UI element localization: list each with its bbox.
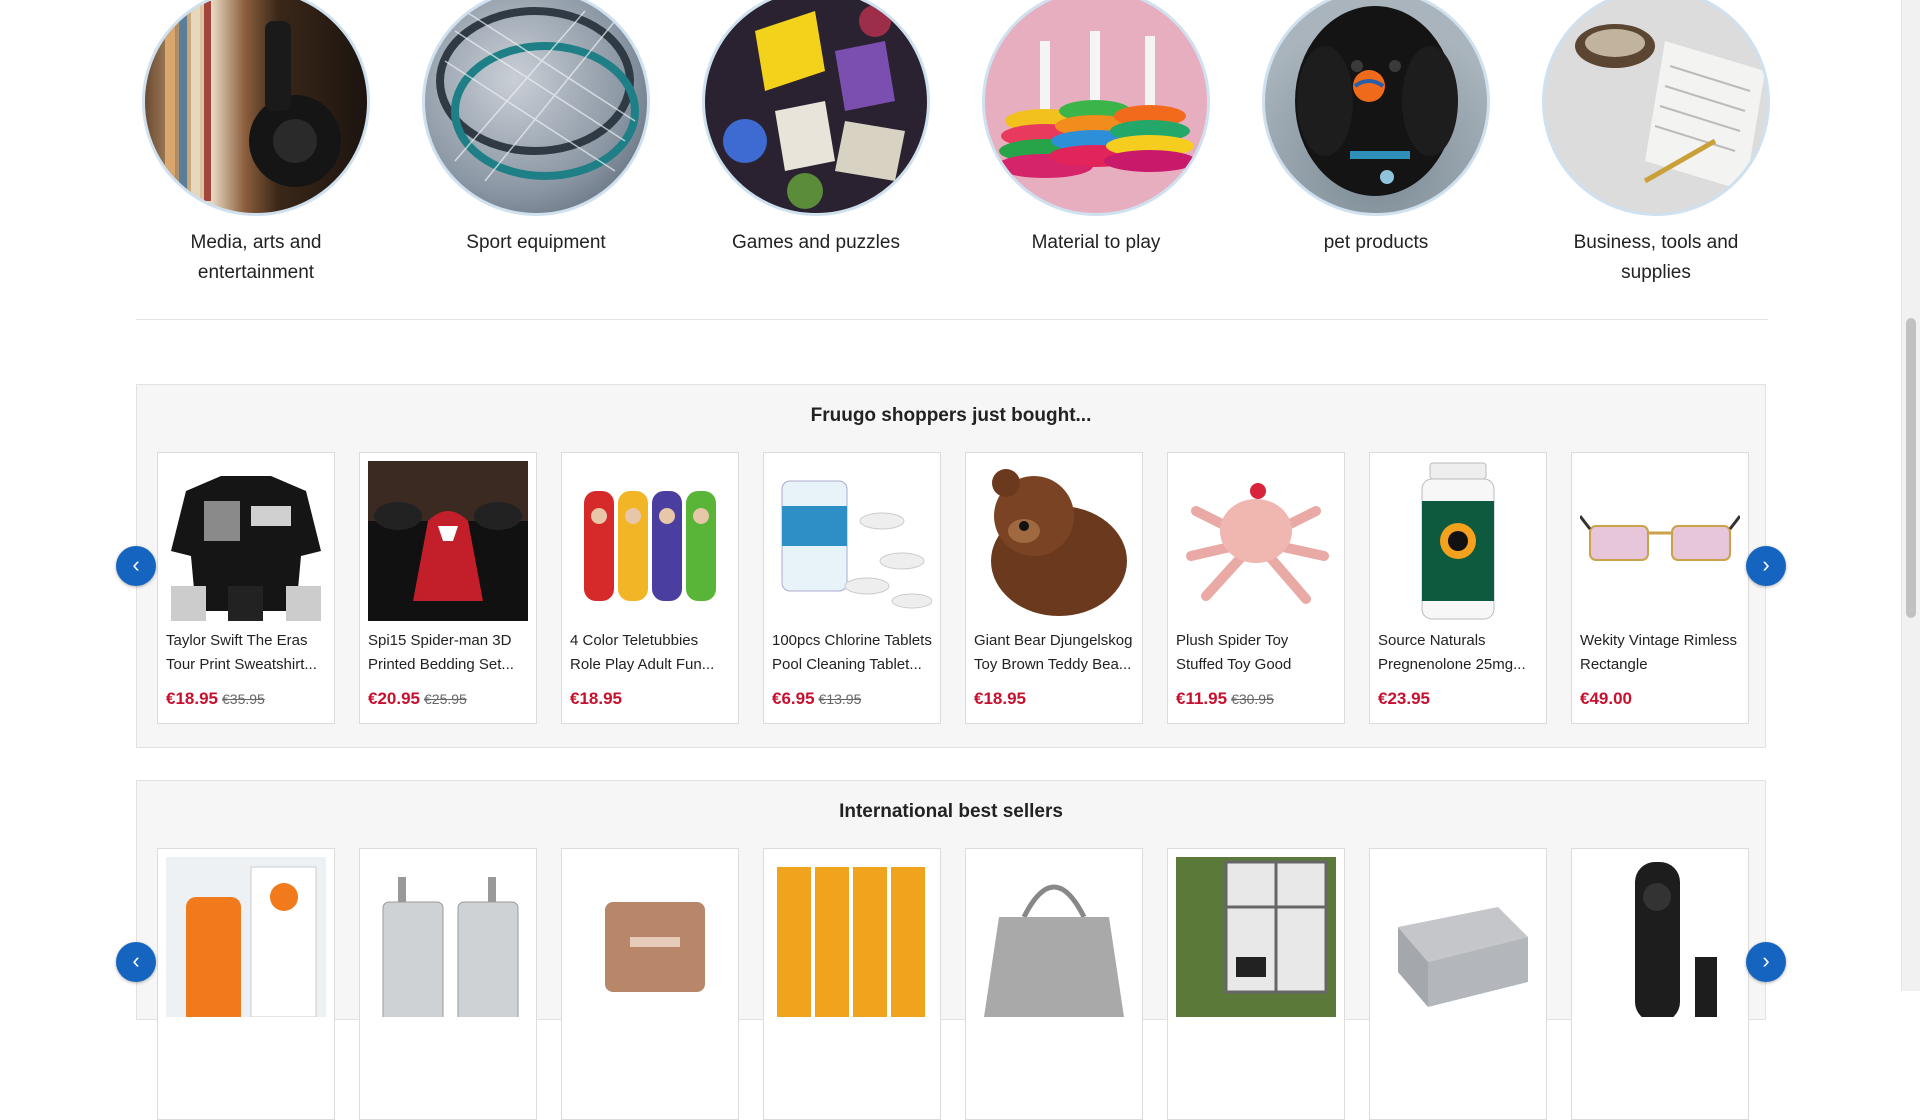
category-label: Media, arts and entertainment	[190, 232, 322, 283]
portable-ssd-image	[570, 857, 730, 1017]
product-name: Taylor Swift The Eras Tour Print Sweatsh…	[166, 632, 317, 673]
product-card[interactable]	[561, 848, 739, 1120]
furniture-cover-image	[1378, 857, 1538, 1017]
supplement-bottle-image	[1378, 461, 1538, 621]
product-old-price: €13.95	[818, 691, 862, 707]
product-name: 100pcs Chlorine Tablets Pool Cleaning Ta…	[772, 632, 932, 673]
luggage-image	[368, 857, 528, 1017]
product-price: €18.95	[570, 689, 622, 708]
product-price: €18.95	[974, 689, 1026, 708]
category-label: Games and puzzles	[732, 232, 900, 253]
best-sellers-carousel: International best sellers	[136, 780, 1766, 1120]
product-name: Wekity Vintage Rimless Rectangle Sunglas…	[1580, 632, 1738, 673]
product-card[interactable]: Giant Bear Djungelskog Toy Brown Teddy B…	[965, 452, 1143, 724]
page-scrollbar[interactable]	[1901, 0, 1920, 991]
product-card[interactable]	[1167, 848, 1345, 1120]
sunscreen-image	[166, 857, 326, 1017]
bedding-image	[368, 461, 528, 621]
carousel-title: International best sellers	[839, 801, 1063, 822]
category-sport-equipment[interactable]: Sport equipment	[416, 0, 656, 258]
category-material-to-play[interactable]: Material to play	[976, 0, 1216, 258]
product-price: €6.95 €13.95	[772, 689, 862, 708]
category-media-arts[interactable]: Media, arts and entertainment	[136, 0, 376, 288]
product-price: €23.95	[1378, 689, 1430, 708]
category-business-tools[interactable]: Business, tools and supplies	[1536, 0, 1776, 288]
product-name: Plush Spider Toy Stuffed Toy Good Detail…	[1176, 632, 1292, 673]
scrollbar-thumb[interactable]	[1906, 318, 1916, 618]
just-bought-carousel: Fruugo shoppers just bought... Taylor Sw…	[136, 384, 1766, 748]
product-card[interactable]: Taylor Swift The Eras Tour Print Sweatsh…	[157, 452, 335, 724]
product-old-price: €35.95	[222, 691, 265, 707]
product-price: €49.00	[1580, 689, 1632, 708]
product-card[interactable]: 100pcs Chlorine Tablets Pool Cleaning Ta…	[763, 452, 941, 724]
teddy-bear-image	[974, 461, 1134, 621]
product-old-price: €25.95	[424, 691, 467, 707]
product-name: Source Naturals Pregnenolone 25mg...	[1378, 632, 1526, 673]
category-label: Material to play	[1031, 232, 1161, 253]
carousel-next-button[interactable]: ›	[1746, 942, 1786, 982]
stacking-toy-image	[982, 0, 1210, 216]
headphones-books-image	[142, 0, 370, 216]
product-card[interactable]: Spi15 Spider-man 3D Printed Bedding Set.…	[359, 452, 537, 724]
product-card[interactable]	[1369, 848, 1547, 1120]
product-old-price: €30.95	[1231, 691, 1274, 707]
carousel-next-button[interactable]: ›	[1746, 546, 1786, 586]
product-price: €20.95 €25.95	[368, 689, 467, 708]
category-row: Media, arts and entertainment Sport equi…	[136, 0, 1770, 300]
dice-image	[702, 0, 930, 216]
section-divider	[136, 319, 1768, 320]
product-price: €11.95 €30.95	[1176, 689, 1274, 708]
product-card[interactable]	[359, 848, 537, 1120]
carousel-prev-button[interactable]: ‹	[116, 942, 156, 982]
product-price: €18.95 €35.95	[166, 689, 265, 708]
product-card[interactable]	[157, 848, 335, 1120]
sweatshirt-image	[166, 461, 326, 621]
category-pet-products[interactable]: pet products	[1256, 0, 1496, 258]
remote-control-image	[1580, 857, 1740, 1017]
plush-spider-image	[1176, 461, 1336, 621]
product-name: 4 Color Teletubbies Role Play Adult Fun.…	[570, 632, 715, 673]
product-name: Spi15 Spider-man 3D Printed Bedding Set.…	[368, 632, 514, 673]
carousel-title: Fruugo shoppers just bought...	[810, 405, 1092, 426]
carousel-prev-button[interactable]: ‹	[116, 546, 156, 586]
product-card[interactable]: 4 Color Teletubbies Role Play Adult Fun.…	[561, 452, 739, 724]
costume-image	[570, 461, 730, 621]
ibc-tank-image	[1176, 857, 1336, 1017]
product-card[interactable]: Source Naturals Pregnenolone 25mg... €23…	[1369, 452, 1547, 724]
sunglasses-image	[1580, 461, 1740, 621]
office-supplies-image	[1542, 0, 1770, 216]
dog-image	[1262, 0, 1490, 216]
category-label: Sport equipment	[466, 232, 606, 253]
tennis-rackets-image	[422, 0, 650, 216]
category-games-puzzles[interactable]: Games and puzzles	[696, 0, 936, 258]
product-card[interactable]: Plush Spider Toy Stuffed Toy Good Detail…	[1167, 452, 1345, 724]
product-card[interactable]	[965, 848, 1143, 1120]
category-label: pet products	[1323, 232, 1429, 253]
tablets-image	[772, 461, 932, 621]
product-card[interactable]: Wekity Vintage Rimless Rectangle Sunglas…	[1571, 452, 1749, 724]
product-card[interactable]	[1571, 848, 1749, 1120]
product-name: Giant Bear Djungelskog Toy Brown Teddy B…	[974, 632, 1133, 673]
product-card[interactable]	[763, 848, 941, 1120]
ointment-tubes-image	[772, 857, 932, 1017]
category-label: Business, tools and supplies	[1573, 232, 1739, 283]
tote-bag-image	[974, 857, 1134, 1017]
